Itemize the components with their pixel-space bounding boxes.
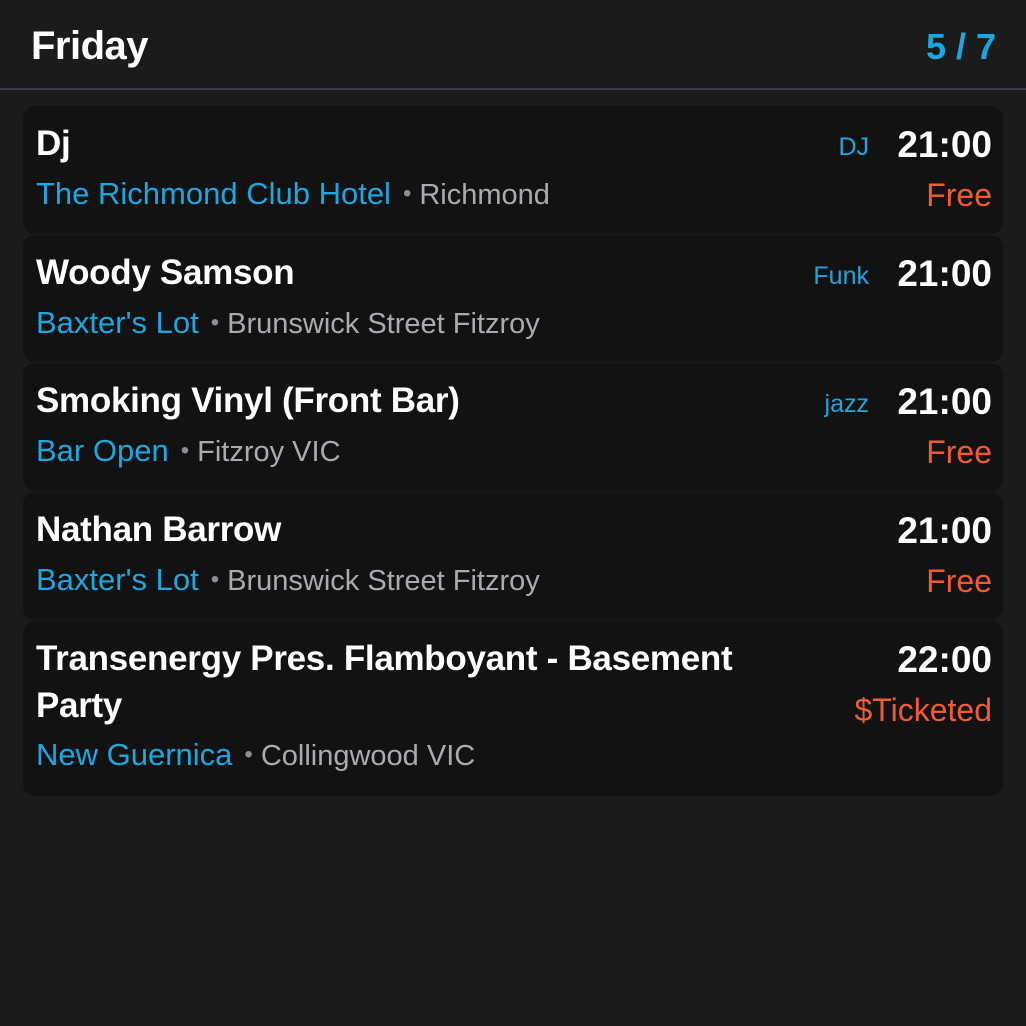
day-title: Friday (31, 24, 149, 68)
venue-link[interactable]: New Guernica (36, 737, 232, 772)
venue-line: New Guernica • Collingwood VIC (36, 737, 475, 773)
event-name: Transenergy Pres. Flamboyant - Basement … (36, 639, 733, 725)
event-time: 21:00 (897, 124, 992, 165)
genre-tag: jazz (824, 390, 869, 418)
event-name: Nathan Barrow (36, 510, 282, 549)
venue-line: Baxter's Lot • Brunswick Street Fitzroy (36, 305, 540, 341)
event-price: Free (926, 177, 992, 213)
event-price: Free (926, 563, 992, 599)
genre-tag: DJ (838, 133, 869, 161)
event-price: $Ticketed (854, 692, 992, 728)
event-name: Smoking Vinyl (Front Bar) (36, 381, 460, 420)
venue-link[interactable]: Bar Open (36, 433, 169, 468)
event-card[interactable]: Nathan Barrow Baxter's Lot • Brunswick Str… (23, 492, 1003, 620)
separator-dot: • (210, 309, 220, 336)
event-name: Woody Samson (36, 253, 295, 292)
event-card[interactable]: Woody Samson Baxter's Lot • Brunswick Stre… (23, 235, 1003, 362)
header: Friday 5 / 7 (0, 0, 1026, 90)
event-card[interactable]: Smoking Vinyl (Front Bar) Bar Open • Fitzr… (23, 363, 1003, 491)
event-time: 21:00 (897, 381, 992, 422)
separator-dot: • (210, 566, 220, 593)
separator-dot: • (402, 180, 412, 207)
venue-link[interactable]: The Richmond Club Hotel (36, 176, 391, 211)
venue-location: Richmond (419, 179, 550, 211)
venue-line: The Richmond Club Hotel • Richmond (36, 176, 550, 212)
venue-location: Fitzroy VIC (197, 436, 341, 468)
separator-dot: • (244, 741, 253, 768)
venue-location: Collingwood VIC (260, 740, 476, 772)
event-time: 21:00 (897, 510, 992, 551)
venue-location: Brunswick Street Fitzroy (227, 308, 540, 340)
event-name: Dj (36, 124, 71, 163)
venue-location: Brunswick Street Fitzroy (227, 565, 540, 597)
event-price: Free (926, 434, 992, 470)
genre-tag: Funk (813, 262, 869, 290)
event-card[interactable]: Transenergy Pres. Flamboyant - Basement … (23, 621, 1003, 796)
event-time: 22:00 (897, 639, 992, 680)
venue-line: Bar Open • Fitzroy VIC (36, 433, 341, 469)
event-list: Dj The Richmond Club Hotel • Richmond DJ 2… (23, 106, 1003, 797)
venue-line: Baxter's Lot • Brunswick Street Fitzroy (36, 562, 540, 598)
venue-link[interactable]: Baxter's Lot (36, 305, 199, 340)
separator-dot: • (180, 437, 190, 464)
event-card[interactable]: Dj The Richmond Club Hotel • Richmond DJ 2… (23, 106, 1003, 234)
event-time: 21:00 (897, 253, 992, 294)
page-indicator: 5 / 7 (925, 26, 996, 67)
venue-link[interactable]: Baxter's Lot (36, 562, 199, 597)
